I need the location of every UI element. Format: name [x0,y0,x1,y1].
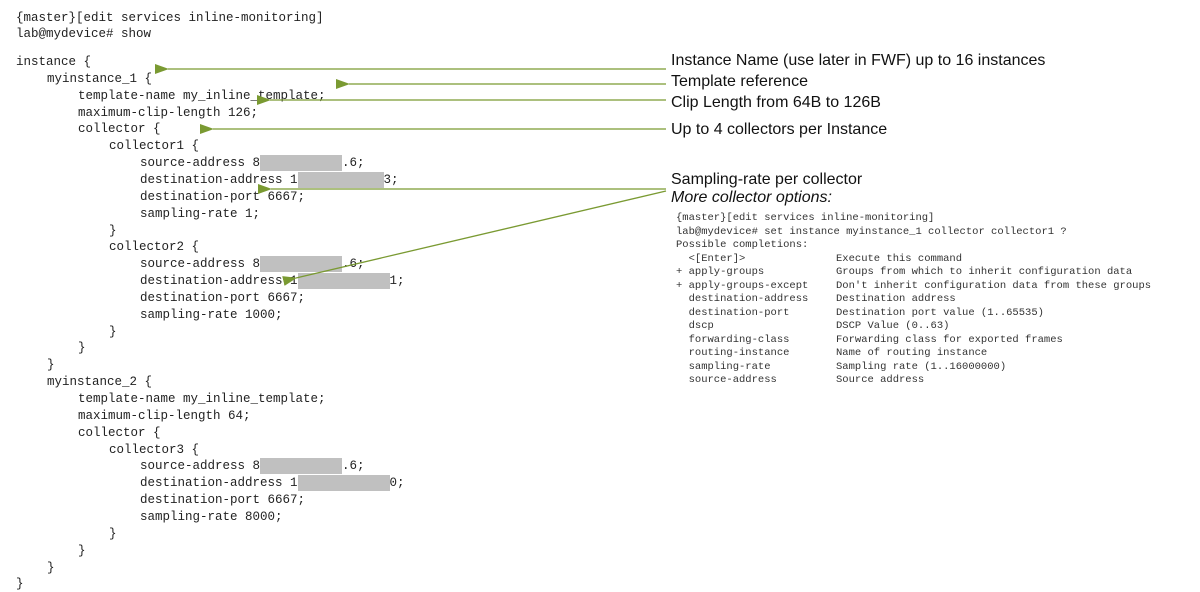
completion-row: source-address Source address [676,374,925,388]
completion-name: destination-address [676,293,809,305]
annotation-sampling-rate: Sampling-rate per collector [671,171,863,188]
code-text: } [16,577,24,592]
completion-row: routing-instance Name of routing instance [676,347,988,361]
completion-description: Name of routing instance [836,347,988,359]
completion-description: Sampling rate (1..16000000) [836,360,1007,373]
completion-description: DSCP Value (0..63) [836,320,950,332]
completion-row: destination-address Destination address [676,293,956,307]
completion-name: <[Enter]> [676,252,746,265]
terminal-command: lab@mydevice# set instance myinstance_1 … [676,225,1067,238]
completion-description: Source address [836,374,925,386]
completion-row: + apply-groups-except Don't inherit confi… [676,280,1151,294]
completion-name: routing-instance [676,347,790,359]
annotation-template-reference: Template reference [671,73,808,90]
completion-row: <[Enter]> Execute this command [676,253,962,267]
annotation-collectors: Up to 4 collectors per Instance [671,121,888,138]
annotation-clip-length: Clip Length from 64B to 126B [671,94,881,111]
completion-description: Execute this command [836,252,963,265]
completion-description: Destination port value (1..65535) [836,306,1044,319]
completion-name: sampling-rate [676,360,771,373]
code-text: } [78,543,86,558]
completion-description: Groups from which to inherit configurati… [836,266,1133,278]
completion-row: forwarding-class Forwarding class for exp… [676,334,1063,348]
completion-name: forwarding-class [676,333,790,346]
completion-row: + apply-groups Groups from which to inher… [676,266,1132,280]
completion-name: + apply-groups-except [676,279,809,292]
code-text: } [47,560,55,575]
code-line: } [47,560,55,576]
completion-row: dscp DSCP Value (0..63) [676,320,950,334]
terminal-header: Possible completions: [676,239,809,251]
completion-name: destination-port [676,306,790,319]
completion-name: dscp [676,320,714,332]
completion-description: Don't inherit configuration data from th… [836,279,1152,292]
terminal-prompt-context: {master}[edit services inline-monitoring… [676,212,935,224]
completion-name: + apply-groups [676,266,765,278]
completion-row: sampling-rate Sampling rate (1..16000000) [676,360,1007,375]
completion-row: destination-port Destination port value (… [676,307,1044,321]
completion-description: Forwarding class for exported frames [836,333,1063,346]
code-line: } [16,576,24,592]
arrow-sampling-rate-1000 [282,190,667,286]
completion-description: Destination address [836,293,956,305]
annotation-more-options: More collector options: [671,189,832,206]
annotation-instance-name: Instance Name (use later in FWF) up to 1… [671,52,1046,69]
completion-name: source-address [676,374,777,386]
code-line: } [78,543,86,559]
